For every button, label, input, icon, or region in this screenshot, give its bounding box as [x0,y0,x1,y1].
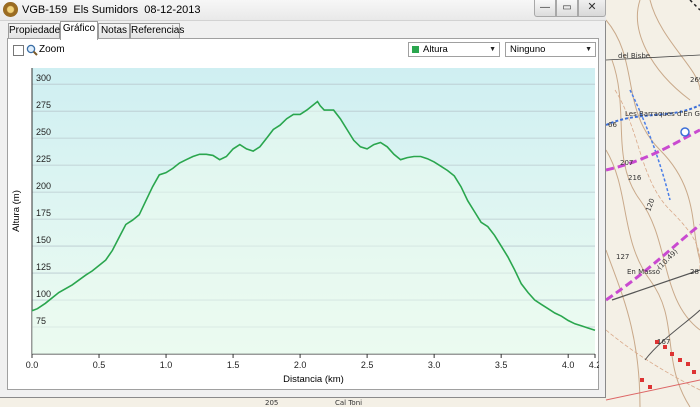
map-label: 66 [608,121,617,129]
map-label: 28 [690,268,699,276]
y-tick-label: 100 [36,289,51,299]
y-tick-label: 250 [36,127,51,137]
map-label: 216 [628,174,642,182]
x-tick-label: 0.5 [93,360,106,370]
map-label: 205 [265,399,278,407]
track-properties-window: VGB-159 Els Sumidors 08-12-2013 — ▭ ✕ Pr… [0,0,606,398]
y-tick-label: 125 [36,262,51,272]
tab-propiedades[interactable]: Propiedades [8,23,65,39]
maximize-button[interactable]: ▭ [556,0,578,17]
y-axis-label: Altura (m) [11,190,22,232]
x-tick-label: 1.5 [227,360,240,370]
map-label: Cal Toni [335,399,362,407]
tab-referencias[interactable]: Referencias [130,23,184,39]
map-label: 207 [620,159,633,167]
x-tick-label: 3.0 [428,360,441,370]
x-tick-label: 4.2 [589,360,599,370]
window-title: VGB-159 Els Sumidors 08-12-2013 [22,4,201,16]
tab-grafico[interactable]: Gráfico [60,21,98,40]
map-label: Les Barraques d'En Grau [625,110,700,118]
x-tick-label: 2.5 [361,360,374,370]
elevation-profile-chart: 0.0 0.5 1.0 1.5 2.0 2.5 3.0 3.5 4.0 4.2 75 100 125 1… [11,68,599,385]
map-label: 269 [690,76,700,84]
title-bar[interactable]: VGB-159 Els Sumidors 08-12-2013 — ▭ ✕ [0,0,606,21]
map-label: del Bisbe [618,52,650,60]
x-axis-label: Distancia (km) [283,374,344,385]
close-button[interactable]: ✕ [578,0,606,17]
map-label: 167 [657,338,670,346]
y-tick-label: 200 [36,181,51,191]
y-tick-label: 150 [36,235,51,245]
tab-notas[interactable]: Notas [98,23,130,39]
map-label: 127 [616,253,629,261]
y-tick-label: 275 [36,100,51,110]
x-tick-label: 2.0 [294,360,307,370]
minimize-button[interactable]: — [534,0,556,17]
x-tick-label: 0.0 [26,360,39,370]
map-label: En Massó [627,268,660,276]
y-tick-label: 300 [36,73,51,83]
x-tick-label: 1.0 [160,360,173,370]
app-logo-icon [3,2,18,17]
y-tick-label: 75 [36,316,46,326]
x-tick-label: 3.5 [495,360,508,370]
x-tick-label: 4.0 [562,360,575,370]
y-tick-label: 175 [36,208,51,218]
x-axis: 0.0 0.5 1.0 1.5 2.0 2.5 3.0 3.5 4.0 4.2 [26,354,599,370]
y-tick-label: 225 [36,154,51,164]
